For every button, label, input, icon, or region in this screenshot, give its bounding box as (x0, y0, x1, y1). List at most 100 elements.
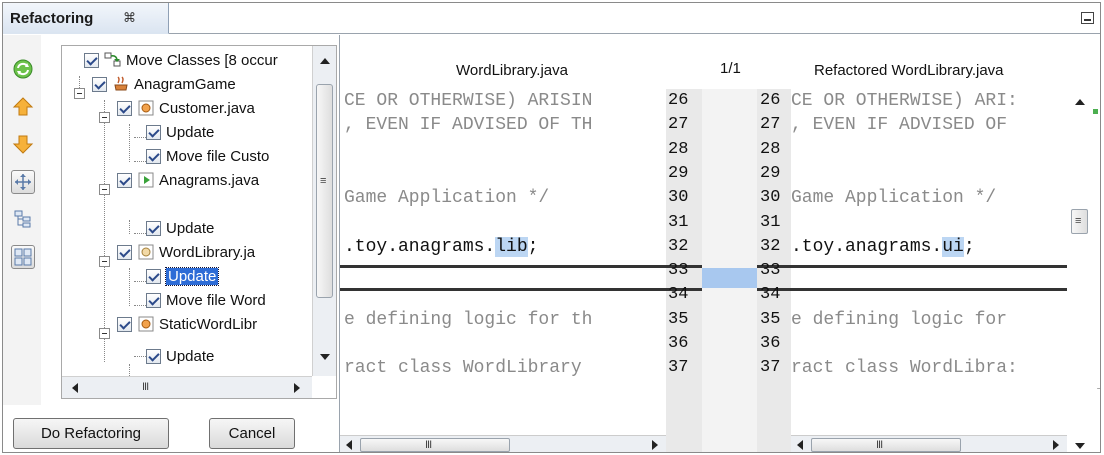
scroll-thumb[interactable]: III (360, 438, 510, 452)
diff-vertical-scrollbar[interactable]: ≡ → (1067, 89, 1100, 452)
logical-view-icon[interactable] (11, 207, 35, 231)
right-line-number: 26 (760, 91, 781, 110)
checkbox-icon[interactable] (146, 124, 161, 140)
tree-item-file[interactable]: StaticWordLibr (117, 312, 257, 336)
scroll-left-icon[interactable] (797, 440, 803, 450)
tree-item-file[interactable]: Anagrams.java (117, 168, 259, 192)
left-code-line[interactable]: .toy.anagrams.lib; (344, 235, 666, 259)
checkbox-icon[interactable] (84, 52, 99, 68)
right-code-line[interactable]: e defining logic for (791, 308, 1067, 332)
collapse-icon[interactable] (99, 112, 110, 123)
left-code-line[interactable]: Game Application */ (344, 186, 666, 210)
scroll-left-icon[interactable] (346, 440, 352, 450)
scroll-thumb[interactable]: ≡ (316, 84, 333, 298)
left-code-line[interactable] (344, 332, 666, 356)
checkbox-icon[interactable] (146, 148, 161, 164)
scroll-marker-icon: → (1095, 381, 1100, 393)
title-bar: Refactoring ⌘ (3, 3, 1100, 34)
right-code-line[interactable] (791, 259, 1067, 283)
checkbox-icon[interactable] (146, 220, 161, 236)
checkbox-icon[interactable] (117, 172, 132, 188)
refresh-icon[interactable] (11, 57, 35, 81)
right-code-line[interactable]: Game Application */ (791, 186, 1067, 210)
scroll-right-icon[interactable] (652, 440, 658, 450)
checkbox-icon[interactable] (117, 316, 132, 332)
scroll-thumb[interactable]: ≡ (1071, 209, 1088, 234)
left-code-line[interactable]: e defining logic for th (344, 308, 666, 332)
tree-horizontal-scrollbar[interactable]: III (62, 376, 312, 398)
scroll-grip: III (876, 439, 883, 451)
scroll-thumb[interactable]: III (811, 438, 961, 452)
right-code-line[interactable]: ract class WordLibra: (791, 356, 1067, 380)
tree-item-file[interactable]: Customer.java (117, 96, 255, 120)
left-code-line[interactable] (344, 138, 666, 162)
left-horizontal-scrollbar[interactable]: III (340, 435, 666, 452)
left-code-line[interactable]: CE OR OTHERWISE) ARISIN (344, 89, 666, 113)
tree-item-file[interactable]: WordLibrary.ja (117, 240, 255, 264)
right-code-line[interactable] (791, 332, 1067, 356)
right-line-number: 28 (760, 140, 781, 159)
checkbox-icon[interactable] (146, 268, 161, 284)
left-code-line[interactable] (344, 283, 666, 307)
tree-item-project[interactable]: AnagramGame (92, 72, 236, 96)
right-code-line[interactable] (791, 211, 1067, 235)
previous-occurrence-icon[interactable] (11, 95, 35, 119)
cancel-button[interactable]: Cancel (209, 418, 295, 449)
code-text: ; (963, 237, 975, 257)
checkbox-icon[interactable] (146, 292, 161, 308)
tree-item-move-file[interactable]: Move file Custo (146, 144, 269, 168)
checkbox-icon[interactable] (92, 76, 107, 92)
scroll-up-icon[interactable] (320, 58, 330, 64)
right-line-number: 31 (760, 213, 781, 232)
next-occurrence-icon[interactable] (11, 132, 35, 156)
left-line-number: 34 (668, 285, 689, 304)
checkbox-icon[interactable] (117, 100, 132, 116)
tab-refactoring[interactable]: Refactoring ⌘ (3, 3, 169, 34)
tree-root-move-classes[interactable]: Move Classes [8 occur (84, 48, 278, 72)
left-code-line[interactable] (344, 162, 666, 186)
right-code-line[interactable]: , EVEN IF ADVISED OF (791, 113, 1067, 137)
right-code-line[interactable] (791, 138, 1067, 162)
scroll-down-icon[interactable] (320, 354, 330, 360)
right-code-line[interactable]: .toy.anagrams.ui; (791, 235, 1067, 259)
scroll-right-icon[interactable] (1053, 440, 1059, 450)
scroll-grip[interactable]: III (142, 381, 149, 393)
checkbox-icon[interactable] (117, 244, 132, 260)
collapse-icon[interactable] (99, 184, 110, 195)
right-code-line[interactable]: CE OR OTHERWISE) ARI: (791, 89, 1067, 113)
left-code-line[interactable] (344, 211, 666, 235)
left-code-line[interactable]: ract class WordLibrary (344, 356, 666, 380)
tree-item-update[interactable]: Update (146, 344, 214, 368)
checkbox-icon[interactable] (146, 348, 161, 364)
left-line-number: 28 (668, 140, 689, 159)
do-refactoring-button[interactable]: Do Refactoring (13, 418, 169, 449)
right-code-line[interactable] (791, 283, 1067, 307)
right-code-line[interactable] (791, 162, 1067, 186)
minimize-button[interactable] (1081, 12, 1094, 24)
scroll-right-icon[interactable] (294, 383, 300, 393)
refactoring-window: Refactoring ⌘ Move Classes [8 occur Anag… (2, 2, 1101, 453)
button-label: Cancel (228, 425, 276, 442)
tree-item-update[interactable]: Update (146, 216, 214, 240)
expand-all-icon[interactable] (11, 170, 35, 194)
tree-vertical-scrollbar[interactable]: ≡ (312, 46, 336, 376)
collapse-icon[interactable] (99, 328, 110, 339)
difference-counter: 1/1 (720, 60, 741, 77)
right-horizontal-scrollbar[interactable]: III (791, 435, 1067, 452)
tree-item-label: Anagrams.java (159, 171, 260, 189)
collapse-icon[interactable] (99, 256, 110, 267)
scroll-down-icon[interactable] (1075, 443, 1085, 449)
tree-item-move-file[interactable]: Move file Word (146, 288, 266, 312)
move-classes-icon (104, 51, 122, 69)
right-line-number: 32 (760, 237, 781, 256)
physical-view-icon[interactable] (11, 245, 35, 269)
close-tab-icon[interactable]: ⌘ (123, 10, 136, 26)
left-code-line[interactable]: , EVEN IF ADVISED OF TH (344, 113, 666, 137)
tree-item-label: Update (166, 347, 215, 365)
tree-item-update[interactable]: Update (146, 120, 214, 144)
scroll-left-icon[interactable] (72, 383, 78, 393)
left-code-line[interactable] (344, 259, 666, 283)
scroll-up-icon[interactable] (1075, 99, 1085, 105)
collapse-icon[interactable] (74, 88, 85, 99)
tree-item-update-selected[interactable]: Update (146, 264, 220, 288)
